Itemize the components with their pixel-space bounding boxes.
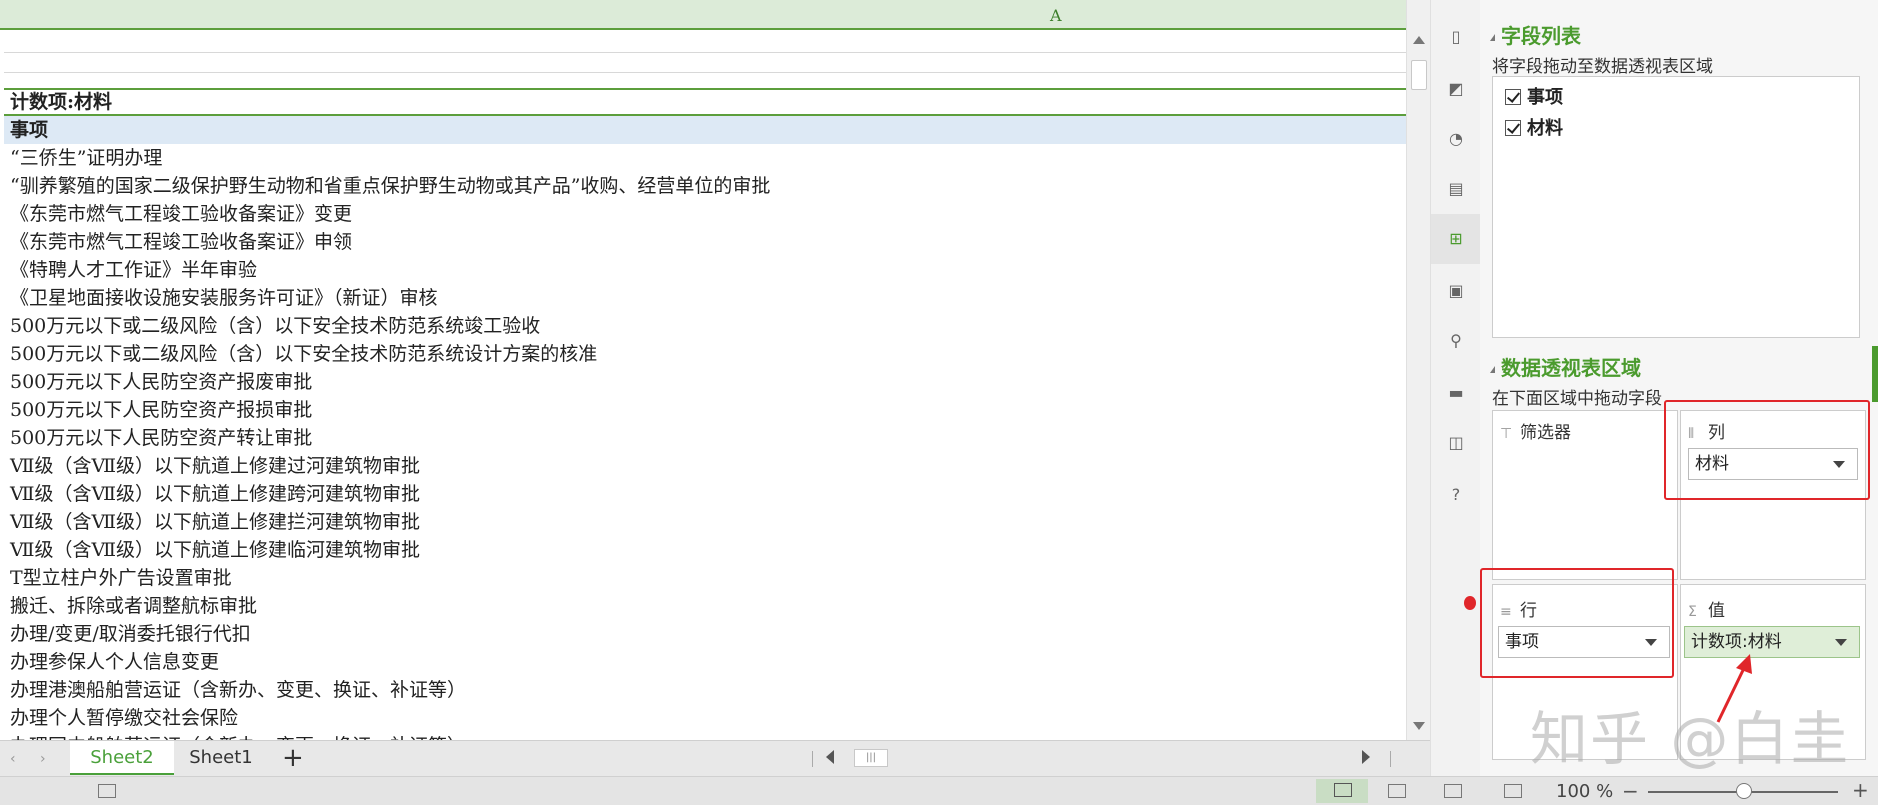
- divider: [812, 751, 813, 767]
- pivot-row-item[interactable]: Ⅶ级（含Ⅶ级）以下航道上修建过河建筑物审批: [0, 452, 1406, 480]
- vertical-scrollbar[interactable]: [1406, 0, 1430, 740]
- pivot-row-item[interactable]: 《特聘人才工作证》半年审验: [0, 256, 1406, 284]
- pivot-row-item[interactable]: 办理国内船舶营运证（含新办、变更、换证、补证等）: [0, 732, 1406, 740]
- divider: [1390, 751, 1391, 767]
- scroll-up-arrow-icon[interactable]: [1413, 36, 1425, 44]
- gridline: [4, 52, 1406, 53]
- pivot-row-item[interactable]: Ⅶ级（含Ⅶ级）以下航道上修建跨河建筑物审批: [0, 480, 1406, 508]
- field-label: 材料: [1527, 118, 1563, 139]
- toolbox-icon[interactable]: ▬: [1447, 384, 1465, 402]
- pivot-row-item[interactable]: 500万元以下人民防空资产转让审批: [0, 424, 1406, 452]
- pivot-row-item[interactable]: Ⅶ级（含Ⅶ级）以下航道上修建拦河建筑物审批: [0, 508, 1406, 536]
- zoom-slider-handle[interactable]: [1736, 783, 1752, 799]
- pivot-row-item[interactable]: Ⅶ级（含Ⅶ级）以下航道上修建临河建筑物审批: [0, 536, 1406, 564]
- annotation-box-rows: [1480, 568, 1674, 678]
- field-item-shixiang[interactable]: 事项: [1505, 83, 1563, 109]
- pivot-row-item[interactable]: 500万元以下或二级风险（含）以下安全技术防范系统竣工验收: [0, 312, 1406, 340]
- pivot-row-item[interactable]: 《东莞市燃气工程竣工验收备案证》申领: [0, 228, 1406, 256]
- horizontal-scroll-thumb[interactable]: |||: [854, 749, 888, 767]
- panel-resize-handle[interactable]: [1872, 346, 1878, 402]
- pivot-row-item[interactable]: T型立柱户外广告设置审批: [0, 564, 1406, 592]
- values-field-value: 计数项:材料: [1691, 632, 1782, 652]
- tab-sheet2[interactable]: Sheet2: [70, 741, 174, 775]
- values-area-label: Σ值: [1688, 596, 1725, 621]
- layout-view-icon[interactable]: [1444, 784, 1462, 798]
- pivot-row-item[interactable]: 《卫星地面接收设施安装服务许可证》（新证）审核: [0, 284, 1406, 312]
- pivot-row-item[interactable]: “三侨生”证明办理: [0, 144, 1406, 172]
- pivot-areas-title: 数据透视表区域: [1490, 352, 1641, 381]
- help-icon[interactable]: ?: [1447, 486, 1465, 504]
- pivot-row-item[interactable]: 500万元以下人民防空资产报废审批: [0, 368, 1406, 396]
- field-label: 事项: [1527, 87, 1563, 108]
- status-bar: 100 % − +: [0, 776, 1878, 805]
- pivot-row-item[interactable]: 办理参保人个人信息变更: [0, 648, 1406, 676]
- scroll-left-arrow-icon[interactable]: [826, 750, 834, 764]
- pivot-row-item[interactable]: 500万元以下人民防空资产报损审批: [0, 396, 1406, 424]
- checkbox-checked-icon[interactable]: [1505, 120, 1521, 136]
- zoom-level[interactable]: 100 %: [1556, 781, 1613, 802]
- checkbox-checked-icon[interactable]: [1505, 89, 1521, 105]
- tab-prev-icon[interactable]: ‹: [10, 751, 16, 767]
- scroll-down-arrow-icon[interactable]: [1413, 722, 1425, 730]
- sheet-tab-bar: ‹ › Sheet2 Sheet1 + |||: [0, 740, 1430, 776]
- file-icon[interactable]: ▯: [1447, 28, 1465, 46]
- reading-mode-icon[interactable]: [1504, 784, 1522, 798]
- filter-label-text: 筛选器: [1520, 423, 1571, 443]
- pivot-rows: “三侨生”证明办理 “驯养繁殖的国家二级保护野生动物和省重点保护野生动物或其产品”…: [0, 144, 1406, 740]
- field-list-title: 字段列表: [1490, 20, 1581, 49]
- field-list-box: 事项 材料: [1492, 76, 1860, 338]
- filter-area-label: ⊤ 筛选器: [1500, 418, 1571, 443]
- sum-icon: Σ: [1688, 604, 1697, 620]
- pivot-value-header[interactable]: 计数项:材料: [4, 88, 1406, 116]
- side-toolbar: ▯ ◩ ◔ ▤ ⊞ ▣ ⚲ ▬ ◫ ?: [1430, 0, 1481, 776]
- gridline: [4, 72, 1406, 73]
- scroll-right-arrow-icon[interactable]: [1362, 750, 1370, 764]
- watermark: 知乎 @白圭: [1530, 705, 1851, 773]
- tab-sheet1[interactable]: Sheet1: [178, 741, 264, 775]
- shape-icon[interactable]: ◩: [1447, 80, 1465, 98]
- pivot-row-item[interactable]: 500万元以下或二级风险（含）以下安全技术防范系统设计方案的核准: [0, 340, 1406, 368]
- add-sheet-icon[interactable]: +: [282, 743, 304, 773]
- column-header[interactable]: A: [0, 0, 1406, 30]
- pivot-row-item[interactable]: 办理个人暂停缴交社会保险: [0, 704, 1406, 732]
- pivot-row-item[interactable]: “驯养繁殖的国家二级保护野生动物和省重点保护野生动物或其产品”收购、经营单位的审…: [0, 172, 1406, 200]
- macro-icon[interactable]: [98, 784, 116, 798]
- field-list-hint: 将字段拖动至数据透视表区域: [1492, 57, 1713, 77]
- scroll-thumb[interactable]: [1411, 60, 1427, 90]
- page-icon[interactable]: ▤: [1447, 180, 1465, 198]
- backup-icon[interactable]: ◫: [1447, 434, 1465, 452]
- chevron-down-icon: [1835, 639, 1847, 646]
- pivot-row-header[interactable]: 事项: [4, 116, 1406, 144]
- normal-view-icon: [1334, 783, 1352, 797]
- pivot-row-item[interactable]: 《东莞市燃气工程竣工验收备案证》变更: [0, 200, 1406, 228]
- annotation-box-columns: [1664, 400, 1870, 500]
- pivot-row-item[interactable]: 办理港澳船舶营运证（含新办、变更、换证、补证等）: [0, 676, 1406, 704]
- pivot-row-item[interactable]: 搬迁、拆除或者调整航标审批: [0, 592, 1406, 620]
- location-icon[interactable]: ⚲: [1447, 332, 1465, 350]
- image-icon[interactable]: ▣: [1447, 282, 1465, 300]
- pivot-areas-hint: 在下面区域中拖动字段: [1492, 389, 1662, 409]
- page-break-view-icon[interactable]: [1388, 784, 1406, 798]
- style-icon[interactable]: ◔: [1447, 130, 1465, 148]
- zoom-in-icon[interactable]: +: [1852, 778, 1869, 802]
- annotation-dot: [1464, 596, 1476, 610]
- zoom-out-icon[interactable]: −: [1622, 779, 1639, 803]
- pivot-icon[interactable]: ⊞: [1447, 230, 1465, 248]
- spreadsheet-grid[interactable]: A 计数项:材料 事项 “三侨生”证明办理 “驯养繁殖的国家二级保护野生动物和省重…: [0, 0, 1406, 740]
- filter-icon: ⊤: [1500, 426, 1513, 442]
- field-item-cailiao[interactable]: 材料: [1505, 114, 1563, 140]
- pivot-row-item[interactable]: 办理/变更/取消委托银行代扣: [0, 620, 1406, 648]
- tab-next-icon[interactable]: ›: [40, 751, 46, 767]
- column-a-label[interactable]: A: [1050, 6, 1062, 25]
- values-label-text: 值: [1708, 601, 1725, 621]
